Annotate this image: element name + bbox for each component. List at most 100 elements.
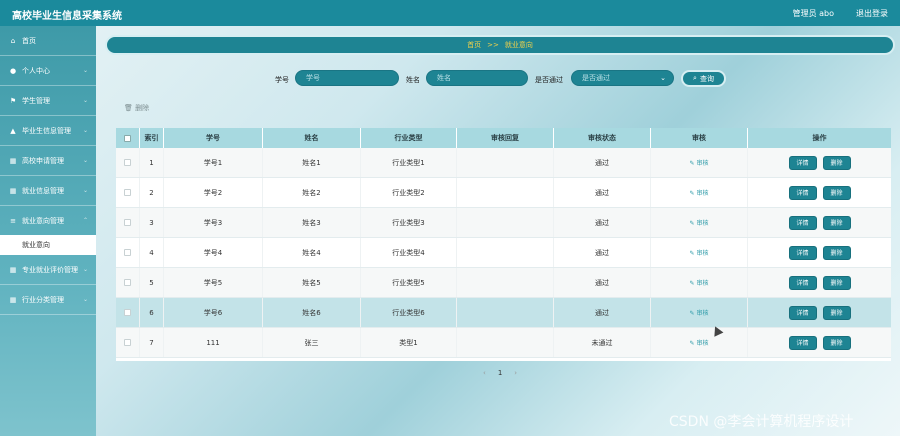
delete-button[interactable]: 删除 <box>822 215 851 230</box>
detail-button[interactable]: 详情 <box>788 185 817 200</box>
cell-student-no: 学号5 <box>164 268 263 297</box>
row-checkbox[interactable] <box>116 298 140 327</box>
header-review-status: 审核状态 <box>554 128 651 148</box>
cell-review-reply <box>457 148 554 177</box>
cell-review-status: 通过 <box>554 208 651 237</box>
sidebar-item-graduates[interactable]: ▲ 毕业生信息管理 ⌄ <box>0 116 96 146</box>
sidebar-item-students[interactable]: ⚑ 学生管理 ⌄ <box>0 86 96 116</box>
student-no-input[interactable]: 学号 <box>295 70 399 86</box>
table-row: 6 学号6 姓名6 行业类型6 通过 ✎ 审核 详情 删除 <box>116 298 891 328</box>
table-header: 索引 学号 姓名 行业类型 审核回复 审核状态 审核 操作 <box>116 128 891 148</box>
review-link[interactable]: ✎ 审核 <box>651 148 748 177</box>
cell-review-reply <box>457 328 554 357</box>
row-checkbox[interactable] <box>116 238 140 267</box>
delete-button[interactable]: 删除 <box>822 185 851 200</box>
name-input[interactable]: 姓名 <box>426 70 528 86</box>
breadcrumb-separator: >> <box>487 41 499 49</box>
row-checkbox[interactable] <box>116 268 140 297</box>
sidebar-item-major-evaluation[interactable]: ▦ 专业就业评价管理 ⌄ <box>0 255 96 285</box>
sidebar-item-employment-intention[interactable]: ≡ 就业意向管理 ⌃ <box>0 206 96 236</box>
search-icon: ⌕ <box>693 74 697 82</box>
next-page-button[interactable]: › <box>514 369 517 377</box>
sidebar-item-label: 高校申请管理 <box>22 156 64 165</box>
cell-student-no: 学号6 <box>164 298 263 327</box>
cell-review-reply <box>457 208 554 237</box>
row-checkbox[interactable] <box>116 328 140 357</box>
cell-name: 姓名6 <box>263 298 361 327</box>
review-link[interactable]: ✎ 审核 <box>651 208 748 237</box>
header-name: 姓名 <box>263 128 361 148</box>
delete-button[interactable]: 删除 <box>822 305 851 320</box>
cell-industry: 行业类型6 <box>361 298 457 327</box>
header-actions: 操作 <box>812 134 827 142</box>
chevron-down-icon: ⌄ <box>82 266 88 273</box>
detail-button[interactable]: 详情 <box>788 335 817 350</box>
delete-button[interactable]: 删除 <box>822 275 851 290</box>
home-icon: ⌂ <box>10 36 16 45</box>
chart-icon: ▲ <box>10 126 16 135</box>
trash-icon: 🗑 <box>124 104 133 112</box>
detail-button[interactable]: 详情 <box>788 275 817 290</box>
review-link[interactable]: ✎ 审核 <box>651 328 748 357</box>
detail-button[interactable]: 详情 <box>788 215 817 230</box>
student-no-label: 学号 <box>275 76 289 84</box>
name-label: 姓名 <box>406 76 420 84</box>
review-link[interactable]: ✎ 审核 <box>651 238 748 267</box>
detail-button[interactable]: 详情 <box>788 245 817 260</box>
sidebar-item-employment-info[interactable]: ▦ 就业信息管理 ⌄ <box>0 176 96 206</box>
sidebar-item-label: 毕业生信息管理 <box>22 126 71 135</box>
intention-table: 索引 学号 姓名 行业类型 审核回复 审核状态 审核 操作 1 学号1 姓名1 … <box>116 128 891 361</box>
cell-index: 1 <box>140 148 164 177</box>
sidebar-item-home[interactable]: ⌂ 首页 <box>0 26 96 56</box>
grid-icon: ▦ <box>9 186 17 195</box>
cell-industry: 行业类型2 <box>361 178 457 207</box>
batch-delete-button[interactable]: 🗑 删除 <box>124 103 149 113</box>
sidebar-item-label: 行业分类管理 <box>22 295 64 304</box>
breadcrumb-home[interactable]: 首页 <box>467 40 481 50</box>
sidebar-item-industry[interactable]: ▦ 行业分类管理 ⌄ <box>0 285 96 315</box>
cell-review-status: 通过 <box>554 298 651 327</box>
select-all-checkbox[interactable] <box>116 128 140 148</box>
search-button-label: 查询 <box>699 74 714 83</box>
chevron-down-icon: ⌄ <box>82 97 88 104</box>
search-button[interactable]: ⌕ 查询 <box>681 70 726 87</box>
delete-button[interactable]: 删除 <box>822 335 851 350</box>
grid-icon: ▦ <box>9 265 17 274</box>
cell-student-no: 学号2 <box>164 178 263 207</box>
logout-link[interactable]: 退出登录 <box>856 8 888 19</box>
chevron-down-icon: ⌄ <box>82 127 88 134</box>
delete-button[interactable]: 删除 <box>822 155 851 170</box>
cell-name: 姓名2 <box>263 178 361 207</box>
row-checkbox[interactable] <box>116 148 140 177</box>
row-checkbox[interactable] <box>116 178 140 207</box>
review-link[interactable]: ✎ 审核 <box>651 178 748 207</box>
cell-index: 7 <box>140 328 164 357</box>
prev-page-button[interactable]: ‹ <box>483 369 486 377</box>
pass-status-select[interactable]: 是否通过 ⌄ <box>571 70 674 86</box>
detail-button[interactable]: 详情 <box>788 305 817 320</box>
pass-status-label: 是否通过 <box>535 76 563 84</box>
app-title: 高校毕业生信息采集系统 <box>12 11 122 22</box>
delete-button[interactable]: 删除 <box>822 245 851 260</box>
sidebar-subitem-intention[interactable]: 就业意向 <box>0 235 96 255</box>
sidebar-item-label: 专业就业评价管理 <box>22 265 78 274</box>
watermark: CSDN @李会计算机程序设计 <box>669 414 854 430</box>
table-row: 7 111 张三 类型1 未通过 ✎ 审核 详情 删除 <box>116 328 891 358</box>
review-link[interactable]: ✎ 审核 <box>651 298 748 327</box>
sidebar-item-label: 就业信息管理 <box>22 186 64 195</box>
cell-student-no: 学号1 <box>164 148 263 177</box>
sidebar-item-profile[interactable]: ● 个人中心 ⌄ <box>0 56 96 86</box>
review-link[interactable]: ✎ 审核 <box>651 268 748 297</box>
sidebar-item-applications[interactable]: ▦ 高校申请管理 ⌄ <box>0 146 96 176</box>
cell-actions: 详情 删除 <box>748 238 891 267</box>
chevron-down-icon: ⌄ <box>82 187 88 194</box>
row-checkbox[interactable] <box>116 208 140 237</box>
cell-review-reply <box>457 178 554 207</box>
detail-button[interactable]: 详情 <box>788 155 817 170</box>
cell-review-reply <box>457 238 554 267</box>
cell-industry: 行业类型4 <box>361 238 457 267</box>
cell-industry: 行业类型3 <box>361 208 457 237</box>
table-row: 5 学号5 姓名5 行业类型5 通过 ✎ 审核 详情 删除 <box>116 268 891 298</box>
cell-index: 3 <box>140 208 164 237</box>
current-page[interactable]: 1 <box>498 369 502 377</box>
